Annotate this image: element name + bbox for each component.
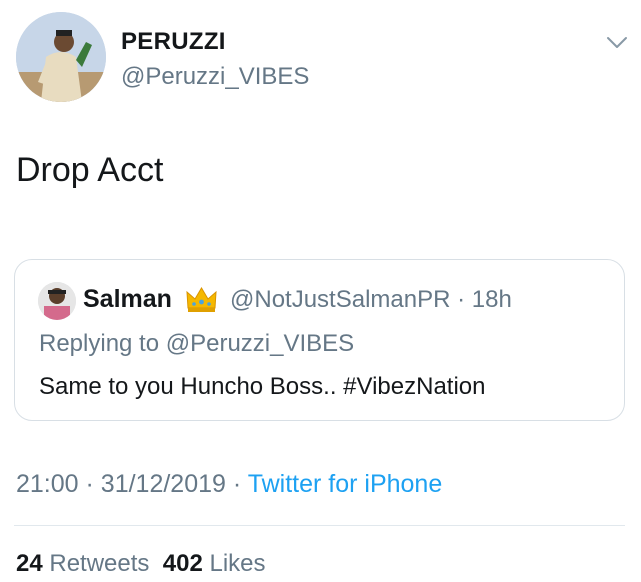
tweet-stats: 24 Retweets 402 Likes	[16, 550, 266, 578]
author-handle[interactable]: @Peruzzi_VIBES	[121, 63, 309, 91]
tweet-time[interactable]: 21:00	[16, 470, 79, 498]
quoted-meta: @NotJustSalmanPR · 18h	[230, 286, 512, 314]
quoted-author-avatar[interactable]	[38, 282, 76, 320]
tweet-source-link[interactable]: Twitter for iPhone	[248, 470, 443, 498]
tweet-meta-line: 21:00 · 31/12/2019 · Twitter for iPhone	[16, 470, 442, 499]
quoted-tweet-card[interactable]: Salman @NotJustSalmanPR · 18h Replying t…	[14, 259, 625, 421]
retweets-stat[interactable]: 24 Retweets	[16, 550, 149, 577]
crown-emoji-icon	[186, 287, 217, 312]
likes-label: Likes	[209, 550, 266, 577]
tweet-date[interactable]: 31/12/2019	[101, 470, 226, 498]
replying-handle-link[interactable]: @Peruzzi_VIBES	[166, 330, 354, 357]
quoted-author-name[interactable]: Salman	[83, 285, 172, 314]
author-display-name[interactable]: PERUZZI	[121, 28, 226, 56]
replying-to-line: Replying to @Peruzzi_VIBES	[39, 330, 354, 358]
likes-count: 402	[162, 550, 203, 577]
meta-separator: ·	[85, 470, 94, 498]
meta-separator: ·	[232, 470, 242, 498]
avatar-image	[38, 282, 76, 320]
retweets-count: 24	[16, 550, 43, 577]
avatar-image	[16, 12, 106, 102]
likes-stat[interactable]: 402 Likes	[163, 550, 266, 577]
quoted-author-handle[interactable]: @NotJustSalmanPR	[230, 286, 450, 313]
replying-prefix: Replying to	[39, 330, 160, 357]
quoted-tweet-age[interactable]: 18h	[472, 286, 512, 313]
chevron-down-icon[interactable]	[606, 36, 628, 50]
quoted-tweet-text: Same to you Huncho Boss.. #VibezNation	[39, 373, 486, 400]
tweet-text: Drop Acct	[16, 151, 164, 189]
author-avatar[interactable]	[16, 12, 106, 102]
retweets-label: Retweets	[49, 550, 150, 577]
divider	[14, 525, 625, 526]
meta-separator: ·	[457, 286, 466, 313]
